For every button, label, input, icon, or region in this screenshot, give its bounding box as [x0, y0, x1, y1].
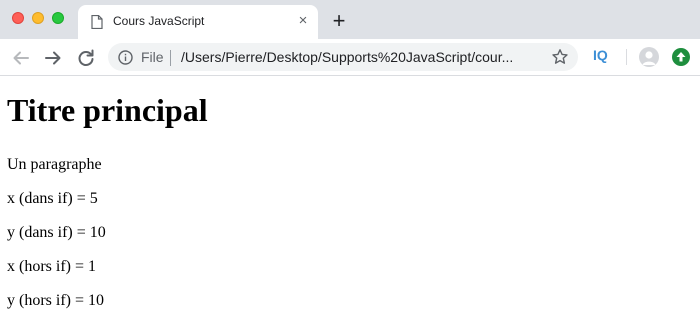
arrow-up-icon [676, 52, 686, 62]
forward-button[interactable] [42, 47, 64, 69]
new-tab-button[interactable]: + [328, 10, 350, 32]
arrow-right-icon [45, 51, 61, 65]
address-bar[interactable]: File /Users/Pierre/Desktop/Supports%20Ja… [108, 43, 578, 71]
profile-avatar[interactable] [639, 47, 659, 67]
reload-button[interactable] [75, 47, 97, 69]
reload-icon [78, 49, 94, 66]
bookmark-star-icon[interactable] [551, 48, 569, 71]
output-line-y-in-if: y (dans if) = 10 [7, 224, 106, 241]
tab-close-icon[interactable]: × [295, 13, 311, 29]
tab-active[interactable]: Cours JavaScript × [78, 5, 318, 39]
window-close-button[interactable] [12, 12, 24, 24]
output-line-x-in-if: x (dans if) = 5 [7, 190, 98, 207]
update-button[interactable] [672, 48, 690, 66]
back-button[interactable] [10, 47, 32, 69]
person-icon [642, 51, 656, 65]
paragraph-text: Un paragraphe [7, 156, 102, 173]
tab-title: Cours JavaScript [113, 14, 205, 28]
url-text[interactable]: /Users/Pierre/Desktop/Supports%20JavaScr… [181, 49, 541, 65]
toolbar-divider [626, 49, 627, 65]
output-line-y-outside-if: y (hors if) = 10 [7, 292, 105, 309]
info-icon[interactable] [118, 50, 133, 70]
document-icon [91, 14, 103, 34]
url-scheme-label: File [141, 49, 164, 65]
arrow-left-icon [13, 51, 29, 65]
scheme-divider [170, 50, 171, 66]
window-minimize-button[interactable] [32, 12, 44, 24]
output-line-x-outside-if: x (hors if) = 1 [7, 258, 97, 275]
extension-iq-button[interactable]: IQ [593, 47, 608, 63]
tab-strip: Cours JavaScript × + [0, 0, 700, 39]
page-heading: Titre principal [7, 92, 208, 128]
window-zoom-button[interactable] [52, 12, 64, 24]
page-content: Titre principal Un paragraphe x (dans if… [0, 76, 700, 320]
